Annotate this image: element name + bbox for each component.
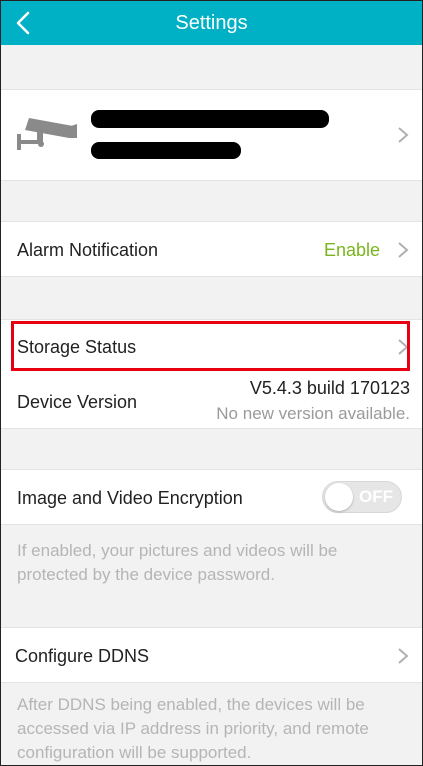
device-version-row: Device Version V5.4.3 build 170123 No ne… (1, 374, 422, 430)
toggle-state-text: OFF (359, 487, 393, 506)
ddns-note: After DDNS being enabled, the devices wi… (17, 695, 369, 762)
device-version-label: Device Version (17, 392, 138, 412)
configure-ddns-row[interactable]: Configure DDNS (1, 627, 422, 683)
storage-status-highlight (11, 321, 410, 371)
toggle-knob (325, 483, 353, 511)
device-name-redacted (91, 110, 329, 128)
configure-ddns-label: Configure DDNS (15, 646, 150, 666)
alarm-notification-value: Enable (323, 240, 380, 260)
alarm-notification-label: Alarm Notification (17, 240, 159, 260)
encryption-note: If enabled, your pictures and videos wil… (17, 541, 338, 584)
chevron-right-icon (398, 127, 409, 143)
device-card[interactable] (1, 89, 422, 181)
chevron-right-icon (398, 648, 409, 664)
chevron-right-icon (398, 242, 409, 258)
device-id-redacted (91, 142, 241, 159)
app-header: Settings (1, 1, 422, 45)
camera-icon (17, 118, 77, 150)
page-title: Settings (175, 12, 248, 34)
device-version-status: No new version available. (216, 404, 410, 423)
settings-screen: Settings Alarm Notification Enable Stora… (0, 0, 423, 766)
encryption-toggle[interactable]: OFF (322, 481, 402, 513)
device-version-value: V5.4.3 build 170123 (249, 378, 410, 398)
alarm-notification-row[interactable]: Alarm Notification Enable (1, 221, 422, 277)
encryption-label: Image and Video Encryption (17, 488, 243, 508)
encryption-row: Image and Video Encryption OFF (1, 469, 422, 525)
